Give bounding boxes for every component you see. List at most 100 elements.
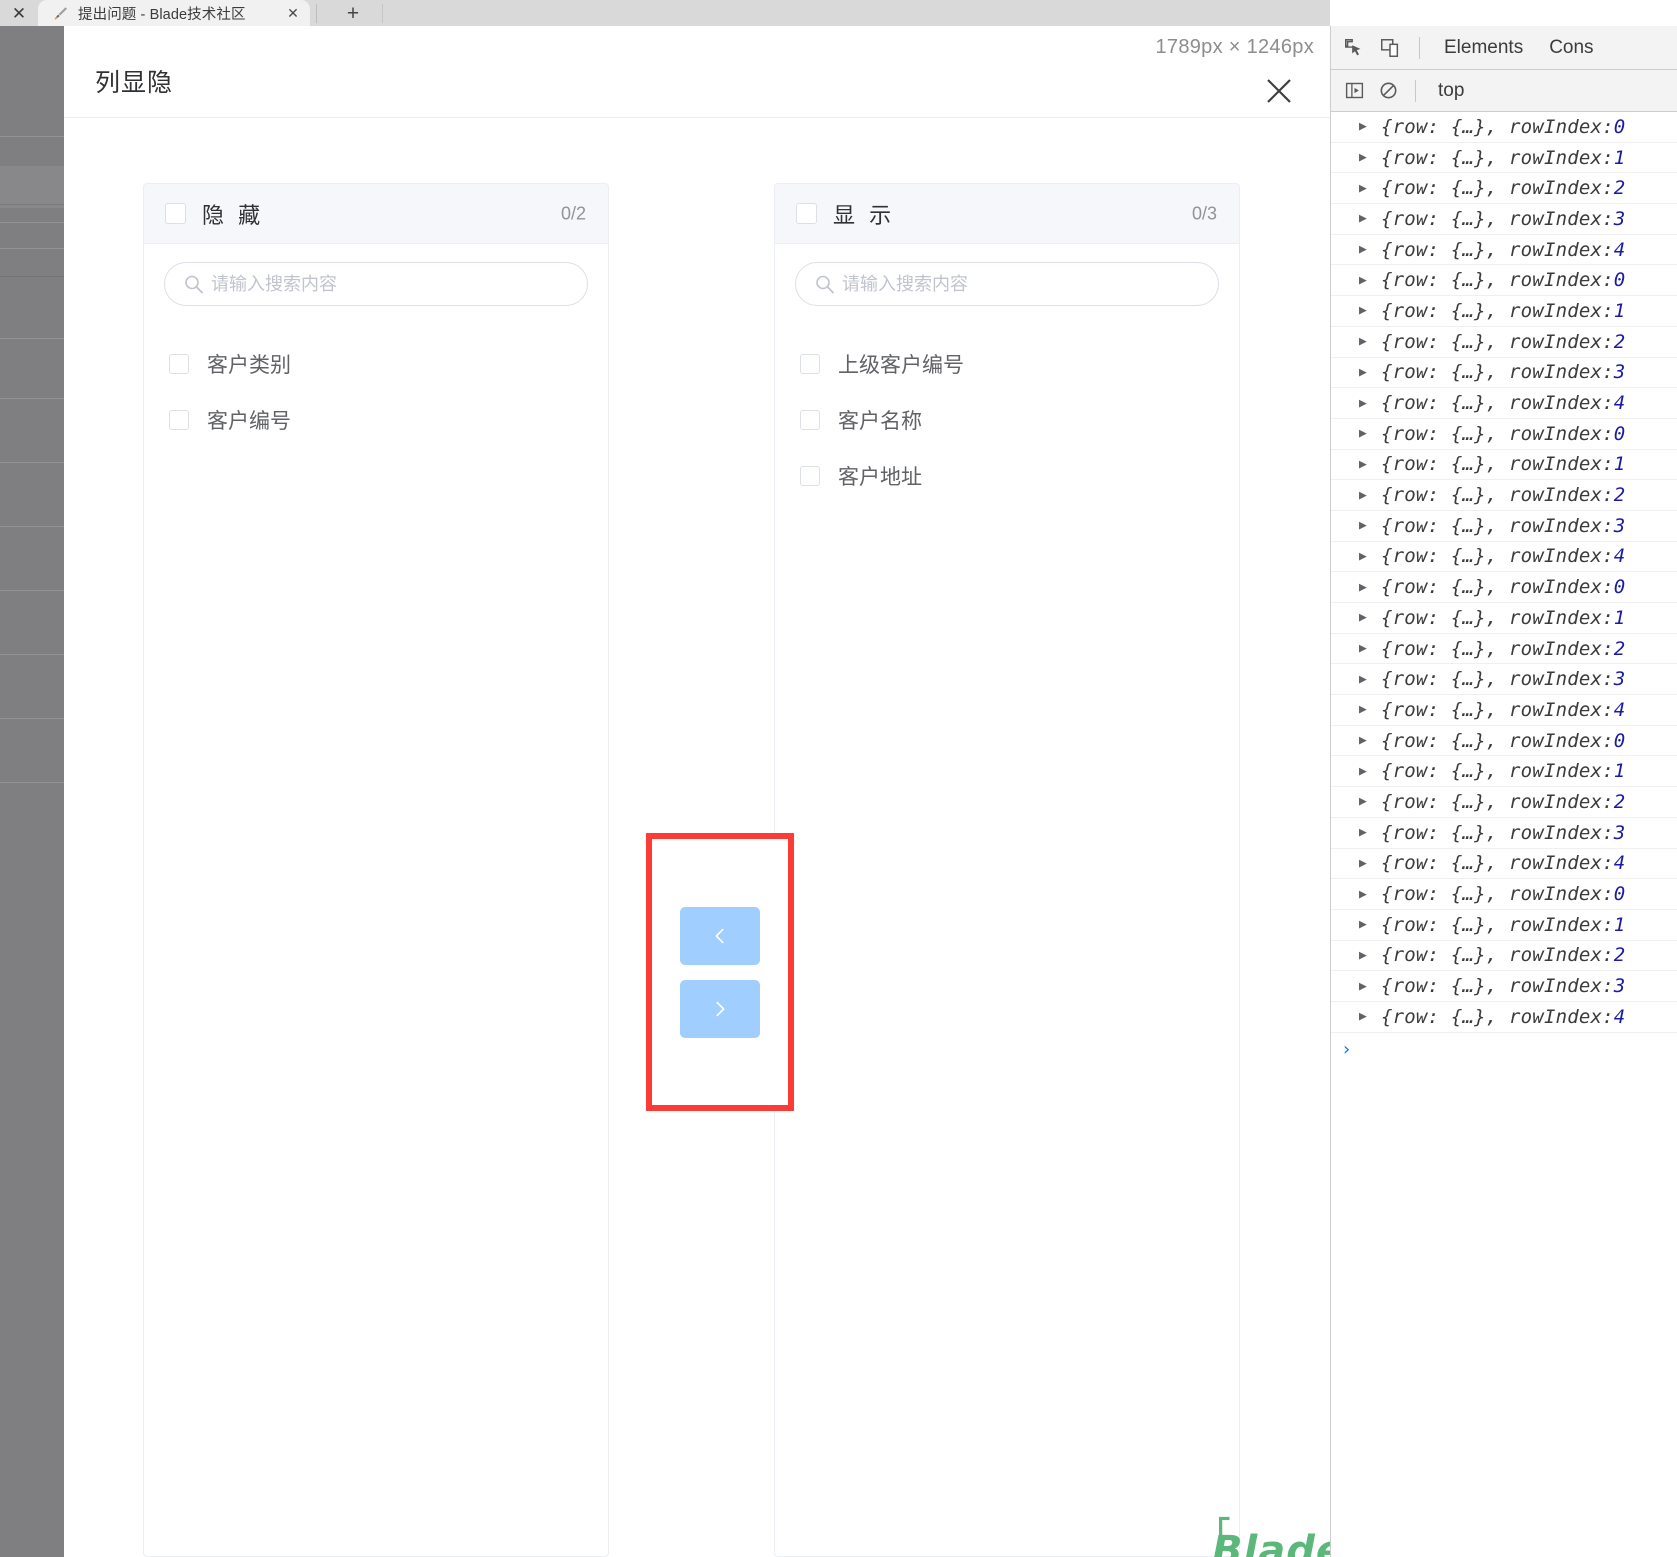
console-log-row[interactable]: ▶ {row: {…}, rowIndex: 1 (1331, 756, 1677, 788)
expand-triangle-icon[interactable]: ▶ (1359, 641, 1375, 656)
expand-triangle-icon[interactable]: ▶ (1359, 580, 1375, 595)
console-log-row[interactable]: ▶ {row: {…}, rowIndex: 2 (1331, 941, 1677, 972)
console-log-row[interactable]: ▶ {row: {…}, rowIndex: 4 (1331, 388, 1677, 419)
console-log-row[interactable]: ▶ {row: {…}, rowIndex: 2 (1331, 173, 1677, 205)
console-log-row[interactable]: ▶ {row: {…}, rowIndex: 1 (1331, 143, 1677, 174)
console-log-row[interactable]: ▶ {row: {…}, rowIndex: 1 (1331, 603, 1677, 634)
option-checkbox[interactable] (169, 354, 189, 374)
console-log-row[interactable]: ▶ {row: {…}, rowIndex: 0 (1331, 726, 1677, 757)
tab-elements[interactable]: Elements (1434, 37, 1533, 59)
expand-triangle-icon[interactable]: ▶ (1359, 825, 1375, 840)
expand-triangle-icon[interactable]: ▶ (1359, 672, 1375, 687)
console-log-row[interactable]: ▶ {row: {…}, rowIndex: 0 (1331, 419, 1677, 450)
transfer-component: 隐 藏 0/2 请输入搜索内容 客户类别 客户编号 显 示 0/3 请输入搜索内… (64, 118, 1568, 1557)
hidden-panel-select-all-checkbox[interactable] (165, 203, 186, 224)
console-log-row[interactable]: ▶ {row: {…}, rowIndex: 1 (1331, 450, 1677, 481)
console-log-row[interactable]: ▶ {row: {…}, rowIndex: 0 (1331, 572, 1677, 603)
console-log-row[interactable]: ▶ {row: {…}, rowIndex: 3 (1331, 664, 1677, 696)
console-log-rowindex-value: 0 (1613, 269, 1626, 292)
expand-triangle-icon[interactable]: ▶ (1359, 303, 1375, 318)
expand-triangle-icon[interactable]: ▶ (1359, 887, 1375, 902)
expand-triangle-icon[interactable]: ▶ (1359, 794, 1375, 809)
toolbar-divider (1419, 36, 1420, 59)
tab-console[interactable]: Cons (1539, 37, 1603, 59)
hidden-panel-search-input[interactable] (164, 262, 588, 306)
browser-tab[interactable]: 提出问题 - Blade技术社区 ✕ (38, 0, 310, 26)
new-tab-button[interactable]: + (334, 0, 372, 26)
console-prompt[interactable]: › (1331, 1033, 1677, 1067)
console-log-row[interactable]: ▶ {row: {…}, rowIndex: 4 (1331, 849, 1677, 880)
expand-triangle-icon[interactable]: ▶ (1359, 181, 1375, 196)
expand-triangle-icon[interactable]: ▶ (1359, 856, 1375, 871)
console-log-rowindex-value: 4 (1613, 1005, 1626, 1028)
expand-triangle-icon[interactable]: ▶ (1359, 518, 1375, 533)
expand-triangle-icon[interactable]: ▶ (1359, 119, 1375, 134)
console-log-row[interactable]: ▶ {row: {…}, rowIndex: 4 (1331, 695, 1677, 726)
expand-triangle-icon[interactable]: ▶ (1359, 979, 1375, 994)
console-log-row[interactable]: ▶ {row: {…}, rowIndex: 3 (1331, 971, 1677, 1002)
expand-triangle-icon[interactable]: ▶ (1359, 273, 1375, 288)
console-log-row[interactable]: ▶ {row: {…}, rowIndex: 2 (1331, 480, 1677, 511)
option-checkbox[interactable] (800, 410, 820, 430)
expand-triangle-icon[interactable]: ▶ (1359, 150, 1375, 165)
expand-triangle-icon[interactable]: ▶ (1359, 242, 1375, 257)
tab-close-button[interactable]: ✕ (284, 4, 302, 22)
console-log-row[interactable]: ▶ {row: {…}, rowIndex: 1 (1331, 910, 1677, 941)
transfer-to-right-button[interactable] (680, 979, 760, 1038)
console-log-row[interactable]: ▶ {row: {…}, rowIndex: 2 (1331, 634, 1677, 665)
option-checkbox[interactable] (800, 354, 820, 374)
inspect-element-icon[interactable] (1339, 33, 1369, 63)
console-sidebar-icon[interactable] (1339, 76, 1369, 106)
option-checkbox[interactable] (800, 466, 820, 486)
option-label: 上级客户编号 (838, 354, 964, 377)
console-log-text: {row: {…}, rowIndex: (1381, 146, 1614, 169)
sword-favicon (52, 5, 69, 22)
console-log-row[interactable]: ▶ {row: {…}, rowIndex: 0 (1331, 265, 1677, 297)
shown-panel-select-all-checkbox[interactable] (796, 203, 817, 224)
expand-triangle-icon[interactable]: ▶ (1359, 610, 1375, 625)
expand-triangle-icon[interactable]: ▶ (1359, 334, 1375, 349)
console-log-row[interactable]: ▶ {row: {…}, rowIndex: 3 (1331, 511, 1677, 542)
expand-triangle-icon[interactable]: ▶ (1359, 549, 1375, 564)
console-log-rowindex-value: 3 (1613, 514, 1626, 537)
option-checkbox[interactable] (169, 410, 189, 430)
list-item[interactable]: 客户名称 (795, 392, 1219, 448)
expand-triangle-icon[interactable]: ▶ (1359, 426, 1375, 441)
expand-triangle-icon[interactable]: ▶ (1359, 733, 1375, 748)
expand-triangle-icon[interactable]: ▶ (1359, 948, 1375, 963)
expand-triangle-icon[interactable]: ▶ (1359, 211, 1375, 226)
shown-panel-search-input[interactable] (795, 262, 1219, 306)
console-log-row[interactable]: ▶ {row: {…}, rowIndex: 2 (1331, 787, 1677, 818)
expand-triangle-icon[interactable]: ▶ (1359, 488, 1375, 503)
device-toolbar-icon[interactable] (1375, 33, 1405, 63)
console-log-list[interactable]: ▶ {row: {…}, rowIndex: 0 ▶ {row: {…}, rowIn… (1331, 112, 1677, 1557)
expand-triangle-icon[interactable]: ▶ (1359, 702, 1375, 717)
console-log-row[interactable]: ▶ {row: {…}, rowIndex: 0 (1331, 879, 1677, 910)
console-log-row[interactable]: ▶ {row: {…}, rowIndex: 0 (1331, 112, 1677, 143)
transfer-to-left-button[interactable] (680, 906, 760, 965)
clear-console-icon[interactable] (1373, 76, 1403, 106)
expand-triangle-icon[interactable]: ▶ (1359, 917, 1375, 932)
list-item[interactable]: 客户地址 (795, 448, 1219, 504)
console-log-row[interactable]: ▶ {row: {…}, rowIndex: 2 (1331, 327, 1677, 358)
console-log-row[interactable]: ▶ {row: {…}, rowIndex: 4 (1331, 235, 1677, 266)
console-log-row[interactable]: ▶ {row: {…}, rowIndex: 3 (1331, 358, 1677, 389)
shown-panel-body: 上级客户编号 客户名称 客户地址 (775, 244, 1239, 504)
expand-triangle-icon[interactable]: ▶ (1359, 764, 1375, 779)
console-log-row[interactable]: ▶ {row: {…}, rowIndex: 3 (1331, 204, 1677, 235)
console-log-row[interactable]: ▶ {row: {…}, rowIndex: 3 (1331, 818, 1677, 849)
console-log-text: {row: {…}, rowIndex: (1381, 330, 1614, 353)
expand-triangle-icon[interactable]: ▶ (1359, 457, 1375, 472)
console-log-row[interactable]: ▶ {row: {…}, rowIndex: 4 (1331, 542, 1677, 573)
dialog-close-button[interactable] (1264, 76, 1294, 106)
list-item[interactable]: 客户类别 (164, 336, 588, 392)
expand-triangle-icon[interactable]: ▶ (1359, 365, 1375, 380)
list-item[interactable]: 上级客户编号 (795, 336, 1219, 392)
console-log-row[interactable]: ▶ {row: {…}, rowIndex: 4 (1331, 1002, 1677, 1033)
expand-triangle-icon[interactable]: ▶ (1359, 396, 1375, 411)
window-close-button[interactable]: ✕ (0, 0, 38, 26)
console-log-row[interactable]: ▶ {row: {…}, rowIndex: 1 (1331, 296, 1677, 327)
expand-triangle-icon[interactable]: ▶ (1359, 1009, 1375, 1024)
console-context-selector[interactable]: top (1428, 80, 1464, 102)
list-item[interactable]: 客户编号 (164, 392, 588, 448)
